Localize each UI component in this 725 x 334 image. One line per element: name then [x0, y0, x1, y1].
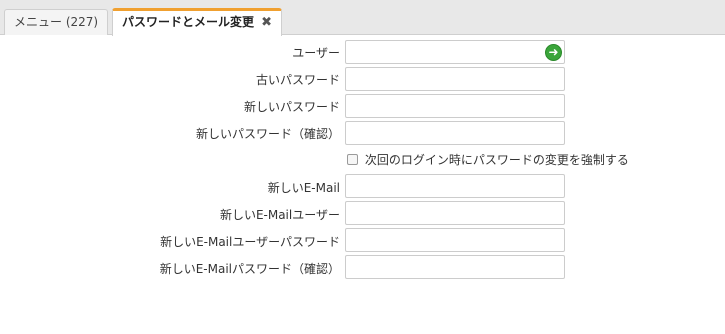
user-input[interactable]: [345, 40, 565, 64]
new-password-label: 新しいパスワード: [243, 100, 340, 114]
new-email-input[interactable]: [345, 174, 565, 198]
force-change-checkbox[interactable]: [347, 154, 358, 165]
new-password-confirm-label: 新しいパスワード（確認）: [195, 127, 340, 141]
new-password-input[interactable]: [345, 94, 565, 118]
tab-menu[interactable]: メニュー (227): [4, 9, 108, 35]
new-email-password-confirm-input[interactable]: [345, 255, 565, 279]
refresh-arrow-icon[interactable]: ➜: [545, 44, 562, 61]
tab-password-email-change-label: パスワードとメール変更: [122, 15, 255, 29]
tab-password-email-change[interactable]: パスワードとメール変更 ✖: [112, 8, 282, 36]
new-email-user-password-input[interactable]: [345, 228, 565, 252]
old-password-label: 古いパスワード: [255, 73, 340, 87]
tab-menu-label: メニュー (227): [14, 15, 99, 29]
new-email-user-input[interactable]: [345, 201, 565, 225]
force-change-row[interactable]: 次回のログイン時にパスワードの変更を強制する: [347, 151, 629, 167]
tab-bar: メニュー (227) パスワードとメール変更 ✖: [0, 0, 725, 36]
new-email-user-password-label: 新しいE-Mailユーザーパスワード: [160, 235, 340, 249]
user-label: ユーザー: [292, 46, 340, 60]
force-change-label: 次回のログイン時にパスワードの変更を強制する: [364, 153, 629, 167]
close-icon[interactable]: ✖: [261, 11, 272, 34]
new-email-password-confirm-label: 新しいE-Mailパスワード（確認）: [159, 262, 340, 276]
new-email-label: 新しいE-Mail: [267, 181, 340, 195]
new-password-confirm-input[interactable]: [345, 121, 565, 145]
new-email-user-label: 新しいE-Mailユーザー: [219, 208, 340, 222]
old-password-input[interactable]: [345, 67, 565, 91]
